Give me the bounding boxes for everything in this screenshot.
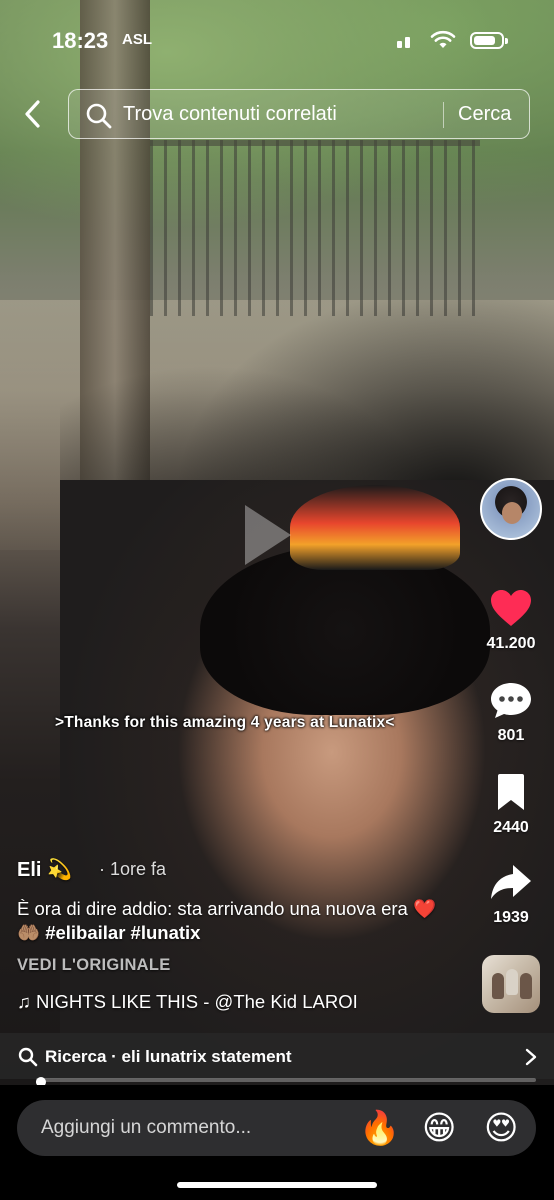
search-icon xyxy=(18,1047,38,1067)
chevron-right-icon xyxy=(525,1048,537,1066)
accessibility-badge: ASL xyxy=(122,31,152,48)
back-button[interactable] xyxy=(18,96,50,132)
author-name[interactable]: Eli 💫 xyxy=(17,857,72,882)
heart-eyes-emoji-button[interactable]: 😍 xyxy=(484,1110,518,1146)
creator-avatar[interactable] xyxy=(480,478,542,540)
bottom-bar: Aggiungi un commento... 🔥 😁 😍 xyxy=(0,1085,554,1200)
video-gate xyxy=(150,140,480,316)
comment-icon xyxy=(491,683,531,718)
fire-emoji-button[interactable]: 🔥 xyxy=(359,1110,400,1146)
heart-icon xyxy=(491,590,531,626)
search-bar[interactable]: Trova contenuti correlati Cerca xyxy=(68,89,530,139)
post-description: È ora di dire addio: sta arrivando una n… xyxy=(17,897,437,945)
chevron-left-icon xyxy=(25,100,40,128)
share-button[interactable]: 1939 xyxy=(474,862,548,927)
like-count: 41.200 xyxy=(486,635,536,652)
bookmark-icon xyxy=(498,774,524,810)
hashtags[interactable]: #elibailar #lunatix xyxy=(45,922,200,943)
comment-button[interactable]: 801 xyxy=(474,680,548,745)
music-label[interactable]: ♫ NIGHTS LIKE THIS - @The Kid LAROI xyxy=(17,991,358,1013)
save-count: 2440 xyxy=(493,819,529,836)
post-time: · 1ore fa xyxy=(99,859,167,879)
share-count: 1939 xyxy=(493,909,529,926)
like-button[interactable]: 41.200 xyxy=(474,588,548,653)
comment-count: 801 xyxy=(497,727,525,744)
battery-icon xyxy=(470,32,508,49)
search-divider xyxy=(443,102,444,128)
search-icon xyxy=(86,103,112,129)
related-search-label: Ricerca · eli lunatrix statement xyxy=(45,1047,292,1066)
status-bar: 18:23 ASL xyxy=(0,0,554,80)
save-button[interactable]: 2440 xyxy=(474,772,548,837)
video-progress-bar[interactable] xyxy=(0,1076,554,1087)
progress-track xyxy=(36,1077,536,1087)
video-caption-overlay: >Thanks for this amazing 4 years at Luna… xyxy=(55,714,395,731)
video-cap xyxy=(290,485,460,570)
music-thumbnail[interactable] xyxy=(482,955,540,1013)
see-original-link[interactable]: VEDI L'ORIGINALE xyxy=(17,956,171,975)
search-input[interactable]: Trova contenuti correlati xyxy=(123,103,337,126)
search-button[interactable]: Cerca xyxy=(458,103,511,126)
video-hair xyxy=(200,545,490,715)
status-time: 18:23 xyxy=(52,28,109,53)
grin-emoji-button[interactable]: 😁 xyxy=(422,1110,456,1146)
comment-input[interactable]: Aggiungi un commento... 🔥 😁 😍 xyxy=(17,1100,536,1156)
share-icon xyxy=(491,865,531,899)
play-indicator-icon xyxy=(245,505,291,565)
related-search-bar[interactable]: Ricerca · eli lunatrix statement xyxy=(0,1033,554,1079)
comment-placeholder: Aggiungi un commento... xyxy=(41,1117,252,1138)
wifi-icon xyxy=(430,30,456,48)
signal-icon xyxy=(397,34,413,48)
home-indicator xyxy=(177,1182,377,1188)
